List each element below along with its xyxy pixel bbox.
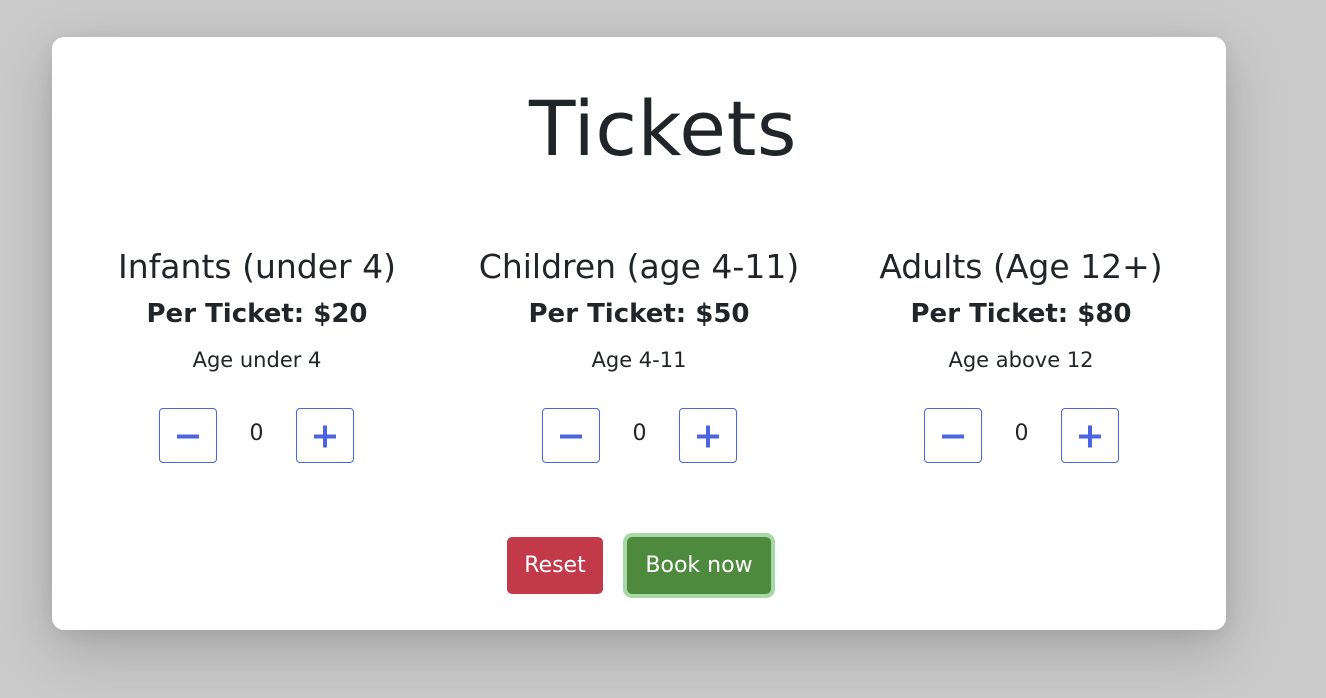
category-age-note: Age under 4 xyxy=(192,348,322,372)
plus-icon xyxy=(314,425,336,447)
decrement-adults-button[interactable] xyxy=(924,408,982,463)
category-age-note: Age above 12 xyxy=(948,348,1094,372)
quantity-stepper-infants: 0 xyxy=(159,408,354,465)
minus-icon xyxy=(177,434,199,438)
page-title: Tickets xyxy=(529,84,797,173)
category-price: Per Ticket: $50 xyxy=(528,299,750,329)
plus-icon xyxy=(1079,425,1101,447)
adults-count: 0 xyxy=(1014,421,1029,446)
category-price: Per Ticket: $80 xyxy=(910,299,1132,329)
ticket-category-adults: Adults (Age 12+) Per Ticket: $80 Age abo… xyxy=(841,245,1201,374)
decrement-infants-button[interactable] xyxy=(159,408,217,463)
book-now-button[interactable]: Book now xyxy=(627,537,771,594)
category-name: Adults (Age 12+) xyxy=(879,247,1163,286)
minus-icon xyxy=(942,434,964,438)
infants-count: 0 xyxy=(249,421,264,446)
plus-icon xyxy=(697,425,719,447)
category-price: Per Ticket: $20 xyxy=(146,299,368,329)
decrement-children-button[interactable] xyxy=(542,408,600,463)
ticket-category-children: Children (age 4-11) Per Ticket: $50 Age … xyxy=(459,245,819,374)
ticket-category-infants: Infants (under 4) Per Ticket: $20 Age un… xyxy=(77,245,437,374)
quantity-stepper-children: 0 xyxy=(542,408,737,465)
quantity-stepper-adults: 0 xyxy=(924,408,1119,465)
category-name: Infants (under 4) xyxy=(118,247,396,286)
increment-adults-button[interactable] xyxy=(1061,408,1119,463)
reset-button[interactable]: Reset xyxy=(507,537,603,594)
category-name: Children (age 4-11) xyxy=(478,247,800,286)
increment-children-button[interactable] xyxy=(679,408,737,463)
category-age-note: Age 4-11 xyxy=(591,348,687,372)
minus-icon xyxy=(560,434,582,438)
children-count: 0 xyxy=(632,421,647,446)
increment-infants-button[interactable] xyxy=(296,408,354,463)
